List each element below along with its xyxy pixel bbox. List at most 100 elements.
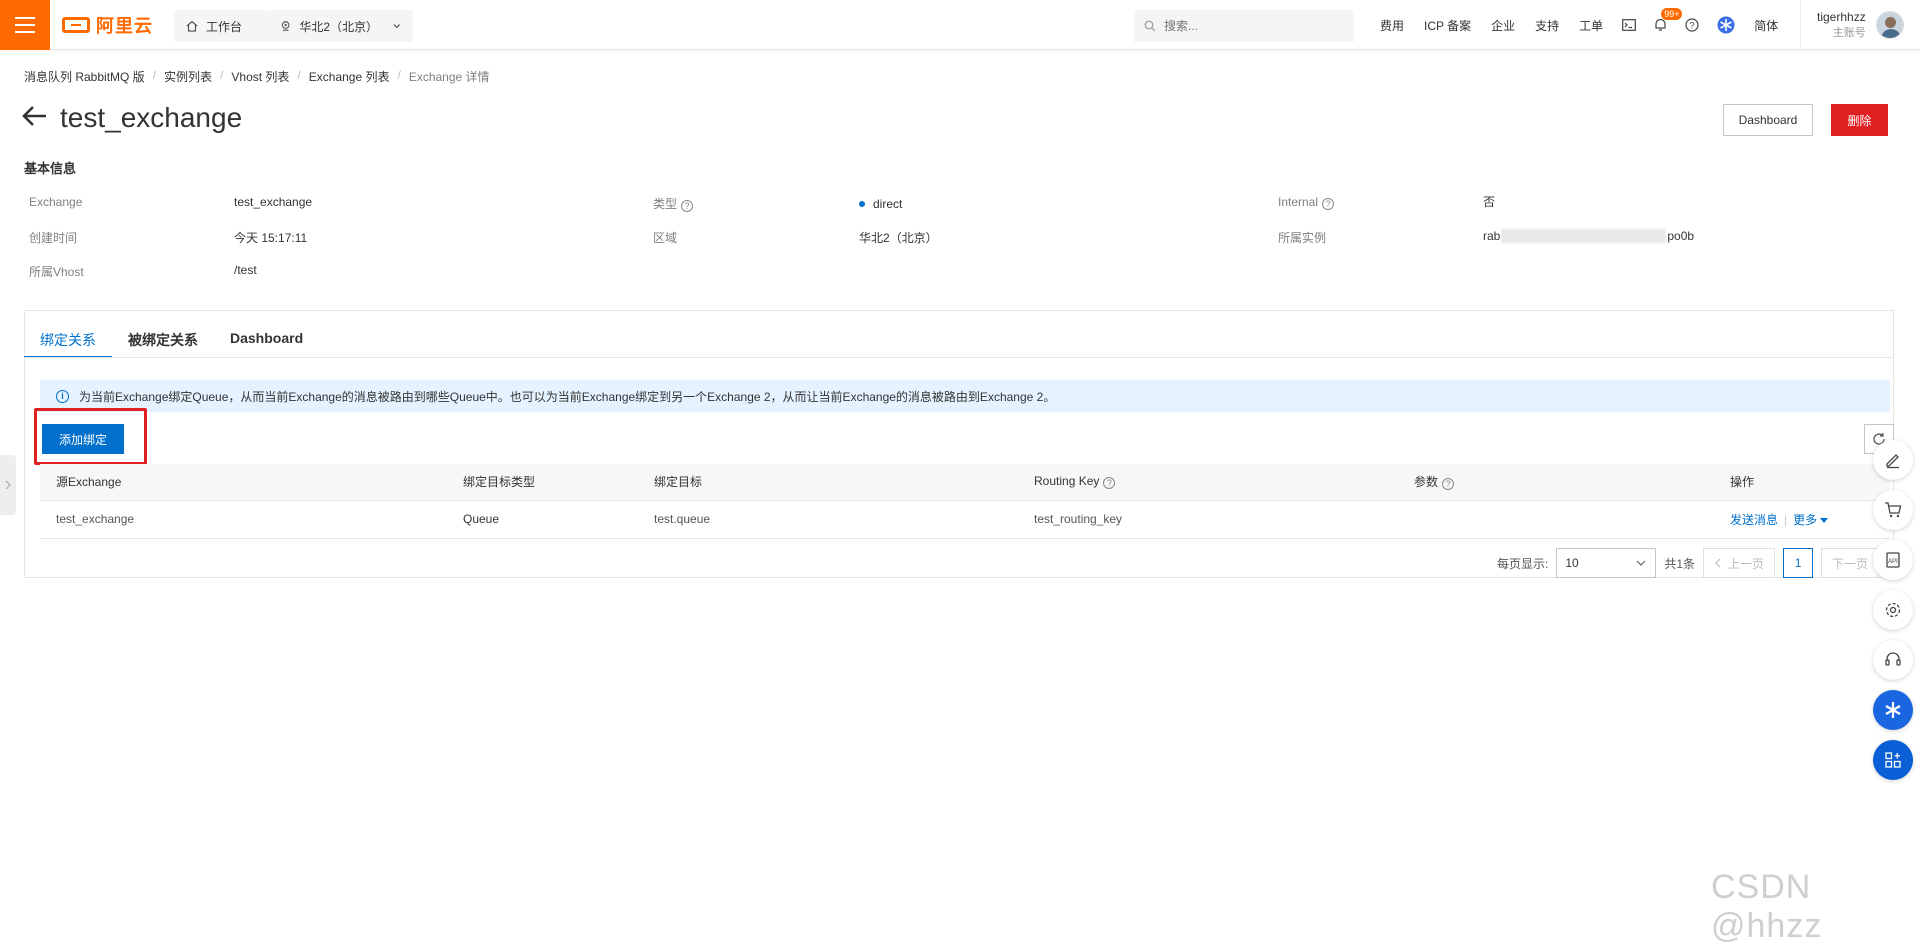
apps-grid-icon[interactable]	[1873, 740, 1913, 780]
top-navigation-bar: 阿里云 工作台 华北2（北京） 费用 ICP 备案 企业 支持 工单 99+ ?…	[0, 0, 1920, 50]
type-value: direct	[859, 197, 902, 211]
instance-value[interactable]: rab po0b	[1483, 229, 1694, 243]
ai-assistant-icon[interactable]	[1873, 690, 1913, 730]
aliyun-logo-mark	[62, 17, 90, 33]
link-ticket[interactable]: 工单	[1569, 17, 1613, 34]
dashboard-button[interactable]: Dashboard	[1723, 104, 1813, 136]
floating-toolbar: API	[1873, 440, 1913, 780]
breadcrumb-vhost-list[interactable]: Vhost 列表	[231, 68, 289, 85]
help-icon[interactable]: ?	[1442, 478, 1455, 491]
tab-dashboard[interactable]: Dashboard	[214, 322, 319, 358]
status-dot	[859, 201, 865, 207]
language-switch[interactable]: 简体	[1744, 17, 1788, 34]
sidebar-expand-handle[interactable]	[0, 455, 16, 515]
tabs: 绑定关系 被绑定关系 Dashboard	[24, 322, 319, 358]
link-enterprise[interactable]: 企业	[1481, 17, 1525, 34]
tab-bindings[interactable]: 绑定关系	[24, 322, 112, 358]
user-menu[interactable]: tigerhhzz 主账号	[1800, 0, 1920, 50]
created-time-label: 创建时间	[29, 231, 78, 245]
table-row: test_exchange Queue test.queue test_rout…	[40, 500, 1890, 539]
table-header-row: 源Exchange 绑定目标类型 绑定目标 Routing Key? 参数? 操…	[40, 464, 1890, 501]
next-page-label: 下一页	[1832, 556, 1869, 571]
menu-icon[interactable]	[0, 0, 50, 50]
cell-operations: 发送消息 | 更多	[1714, 500, 1890, 539]
breadcrumb-separator: /	[297, 68, 301, 82]
internal-value: 否	[1483, 195, 1496, 209]
instance-suffix: po0b	[1667, 229, 1695, 243]
internal-label: Internal?	[1278, 195, 1335, 210]
avatar[interactable]	[1875, 11, 1904, 39]
delete-button[interactable]: 删除	[1831, 104, 1888, 136]
settings-gear-icon[interactable]	[1873, 590, 1913, 630]
bindings-table: 源Exchange 绑定目标类型 绑定目标 Routing Key? 参数? 操…	[40, 464, 1890, 539]
help-icon[interactable]: ?	[1676, 18, 1708, 32]
search-icon	[1144, 20, 1156, 32]
type-value-text: direct	[873, 197, 903, 211]
global-search[interactable]	[1134, 10, 1354, 42]
more-link[interactable]: 更多	[1793, 513, 1829, 527]
page-title: test_exchange	[60, 102, 243, 133]
prev-page-button[interactable]: 上一页	[1703, 548, 1776, 578]
breadcrumb-rabbitmq[interactable]: 消息队列 RabbitMQ 版	[24, 68, 145, 85]
page-size-select[interactable]: 10	[1556, 548, 1657, 578]
breadcrumb-exchange-detail: Exchange 详情	[408, 70, 490, 84]
tabs-divider	[24, 357, 1894, 358]
workbench-button[interactable]: 工作台	[174, 10, 268, 42]
help-icon[interactable]: ?	[1322, 198, 1335, 210]
back-arrow-icon[interactable]	[22, 102, 48, 134]
info-notice: i 为当前Exchange绑定Queue，从而当前Exchange的消息被路由到…	[40, 380, 1890, 412]
type-label-text: 类型	[653, 197, 678, 211]
col-operations: 操作	[1714, 464, 1890, 501]
basic-info-title: 基本信息	[24, 161, 77, 176]
redacted-block	[1501, 229, 1667, 243]
add-binding-button[interactable]: 添加绑定	[42, 424, 124, 454]
link-icp[interactable]: ICP 备案	[1414, 17, 1481, 34]
cell-routing-key: test_routing_key	[1018, 500, 1398, 539]
breadcrumb: 消息队列 RabbitMQ 版 / 实例列表 / Vhost 列表 / Exch…	[24, 68, 490, 85]
region-label: 华北2（北京）	[299, 19, 379, 34]
breadcrumb-exchange-list[interactable]: Exchange 列表	[309, 68, 390, 85]
cell-source: test_exchange	[40, 500, 447, 539]
search-input[interactable]	[1164, 19, 1334, 33]
workbench-label: 工作台	[206, 19, 243, 34]
help-icon[interactable]: ?	[1103, 477, 1116, 490]
ai-assistant-icon[interactable]	[1708, 16, 1744, 34]
aliyun-logo[interactable]: 阿里云	[62, 13, 153, 37]
user-names: tigerhhzz 主账号	[1817, 9, 1866, 41]
internal-label-text: Internal	[1278, 195, 1319, 209]
send-message-link[interactable]: 发送消息	[1730, 513, 1778, 527]
notice-text: 为当前Exchange绑定Queue，从而当前Exchange的消息被路由到哪些…	[79, 389, 1056, 404]
link-billing[interactable]: 费用	[1370, 17, 1414, 34]
tab-bound-by[interactable]: 被绑定关系	[112, 322, 214, 358]
edit-note-icon[interactable]	[1873, 440, 1913, 480]
page-number-1[interactable]: 1	[1783, 548, 1814, 578]
cell-target: test.queue	[638, 500, 1018, 539]
vhost-value: /test	[234, 263, 257, 277]
cell-args	[1398, 500, 1714, 539]
region-info-label: 区域	[653, 231, 678, 245]
page-header: test_exchange	[22, 102, 242, 134]
col-routing-key: Routing Key?	[1018, 464, 1398, 501]
cloud-shell-icon[interactable]	[1613, 19, 1645, 31]
region-selector[interactable]: 华北2（北京）	[268, 10, 413, 42]
svg-text:API: API	[1888, 559, 1898, 565]
exchange-value: test_exchange	[234, 195, 313, 209]
svg-text:?: ?	[1690, 21, 1695, 31]
col-args-text: 参数	[1414, 475, 1439, 490]
customer-service-headset-icon[interactable]	[1873, 640, 1913, 680]
api-doc-icon[interactable]: API	[1873, 540, 1913, 580]
prev-page-label: 上一页	[1728, 556, 1765, 571]
breadcrumb-instance-list[interactable]: 实例列表	[164, 68, 212, 85]
vhost-label: 所属Vhost	[29, 265, 84, 279]
cell-target-type: Queue	[447, 500, 638, 539]
cart-icon[interactable]	[1873, 490, 1913, 530]
link-support[interactable]: 支持	[1525, 17, 1569, 34]
logo-text: 阿里云	[96, 16, 153, 36]
col-source-exchange: 源Exchange	[40, 464, 447, 501]
op-separator: |	[1784, 512, 1788, 527]
help-icon[interactable]: ?	[681, 200, 694, 212]
notification-bell-icon[interactable]: 99+	[1645, 8, 1683, 32]
next-page-button[interactable]: 下一页	[1821, 548, 1880, 578]
type-label: 类型?	[653, 195, 694, 212]
location-pin-icon	[281, 21, 290, 31]
